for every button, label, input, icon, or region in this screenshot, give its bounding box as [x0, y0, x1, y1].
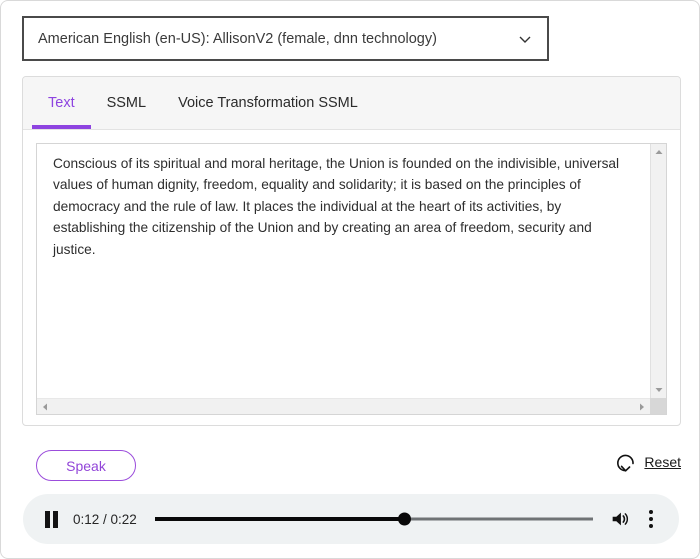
more-vertical-icon[interactable] [639, 506, 663, 532]
horizontal-scrollbar-thumb[interactable] [53, 400, 634, 414]
tts-demo-page: American English (en-US): AllisonV2 (fem… [0, 0, 700, 559]
triangle-up-icon[interactable] [651, 144, 667, 160]
voice-select-value: American English (en-US): AllisonV2 (fem… [38, 30, 437, 47]
speak-button-label: Speak [66, 457, 106, 474]
text-editor: Conscious of its spiritual and moral her… [36, 143, 667, 415]
tab-voice-transformation-ssml[interactable]: Voice Transformation SSML [162, 77, 374, 129]
seek-fill [154, 517, 405, 521]
voice-select[interactable]: American English (en-US): AllisonV2 (fem… [22, 16, 549, 61]
horizontal-scrollbar[interactable] [37, 398, 650, 414]
triangle-down-icon[interactable] [651, 382, 667, 398]
scrollbar-corner [650, 398, 666, 414]
reset-button[interactable]: Reset [612, 448, 681, 476]
tab-bar: Text SSML Voice Transformation SSML [23, 77, 680, 130]
chevron-down-icon [515, 29, 535, 49]
audio-player: 0:12 / 0:22 [23, 494, 679, 544]
speak-button[interactable]: Speak [36, 450, 136, 481]
vertical-scrollbar[interactable] [650, 144, 666, 398]
tab-ssml-label: SSML [106, 95, 147, 111]
input-card: Text SSML Voice Transformation SSML Cons… [22, 76, 681, 426]
seek-slider[interactable] [154, 509, 593, 529]
volume-on-icon[interactable] [607, 506, 633, 532]
tab-text-label: Text [48, 95, 75, 111]
triangle-left-icon[interactable] [37, 399, 53, 415]
player-timecode: 0:12 / 0:22 [73, 511, 137, 527]
text-input[interactable]: Conscious of its spiritual and moral her… [37, 144, 650, 398]
tab-ssml[interactable]: SSML [91, 77, 163, 129]
vertical-scrollbar-thumb[interactable] [652, 160, 666, 384]
pause-icon[interactable] [41, 509, 61, 529]
seek-knob[interactable] [398, 512, 412, 526]
triangle-right-icon[interactable] [634, 399, 650, 415]
reset-label: Reset [644, 454, 681, 470]
rotate-ccw-icon [612, 448, 640, 476]
tab-text[interactable]: Text [32, 77, 91, 129]
tab-voice-transformation-ssml-label: Voice Transformation SSML [178, 95, 358, 111]
